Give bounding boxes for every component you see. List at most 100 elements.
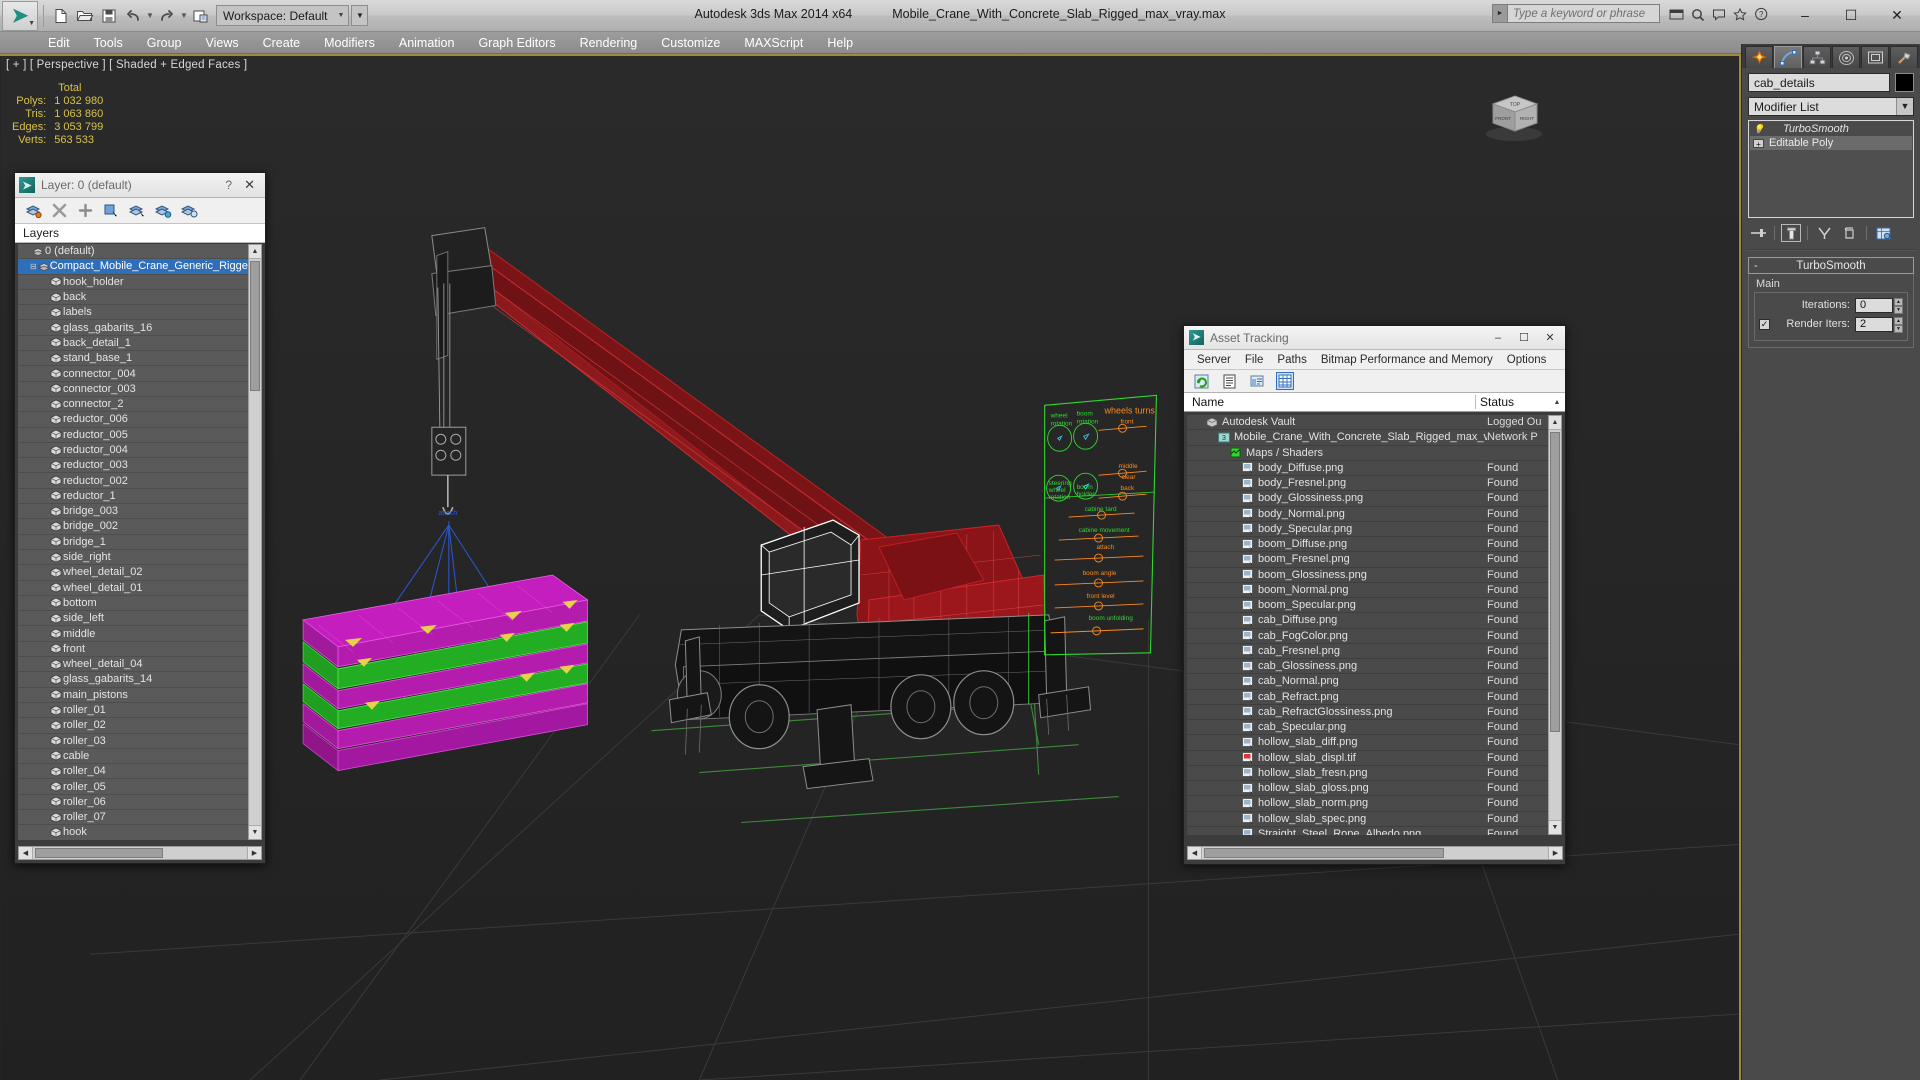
remove-modifier-icon[interactable] [1840, 224, 1860, 242]
asset-row[interactable]: cab_FogColor.png Found [1187, 629, 1549, 644]
motion-tab[interactable] [1832, 46, 1860, 68]
asset-menu-server[interactable]: Server [1190, 350, 1238, 370]
layer-vertical-scrollbar[interactable]: ▲ ▼ [248, 244, 262, 840]
list-view-icon[interactable] [1220, 372, 1238, 390]
menu-item-help[interactable]: Help [815, 32, 865, 54]
layer-row[interactable]: reductor_006 [18, 412, 248, 428]
layer-row[interactable]: hook [18, 825, 248, 840]
asset-row[interactable]: body_Diffuse.png Found [1187, 461, 1549, 476]
layer-row[interactable]: bridge_1 [18, 535, 248, 550]
menu-item-maxscript[interactable]: MAXScript [732, 32, 815, 54]
help-icon[interactable]: ? [1752, 5, 1770, 23]
viewport-label[interactable]: [ + ] [ Perspective ] [ Shaded + Edged F… [6, 59, 247, 71]
asset-row[interactable]: Maps / Shaders [1187, 446, 1549, 461]
asset-row[interactable]: cab_Normal.png Found [1187, 674, 1549, 690]
open-file-button[interactable] [73, 4, 97, 28]
minimize-button[interactable]: – [1485, 327, 1511, 349]
asset-row[interactable]: hollow_slab_fresn.png Found [1187, 766, 1549, 781]
layer-list[interactable]: 0 (default) ⊟ Compact_Mobile_Crane_Generic… [18, 244, 248, 840]
layer-horizontal-scrollbar[interactable]: ◀ ▶ [18, 846, 262, 860]
asset-menu-paths[interactable]: Paths [1270, 350, 1313, 370]
highlight-selected-objects-icon[interactable] [155, 202, 172, 219]
select-objects-in-layer-icon[interactable] [103, 202, 120, 219]
layer-row[interactable]: glass_gabarits_16 [18, 320, 248, 336]
layer-row[interactable]: hook_holder [18, 275, 248, 290]
layer-row[interactable]: labels [18, 305, 248, 321]
asset-horizontal-scrollbar[interactable]: ◀ ▶ [1187, 846, 1563, 860]
asset-row[interactable]: cab_Diffuse.png Found [1187, 613, 1549, 629]
asset-row[interactable]: cab_Specular.png Found [1187, 720, 1549, 736]
layer-dialog[interactable]: ➤ Layer: 0 (default) ? ✕ Layers 0 (defau… [14, 172, 266, 864]
layer-row[interactable]: ⊟ Compact_Mobile_Crane_Generic_Rigged [18, 259, 248, 275]
display-tab[interactable] [1861, 46, 1889, 68]
asset-tracking-dialog[interactable]: ➤ Asset Tracking – ☐ ✕ Server File Paths Bi… [1183, 325, 1566, 865]
layer-row[interactable]: reductor_004 [18, 443, 248, 459]
asset-row[interactable]: hollow_slab_gloss.png Found [1187, 781, 1549, 797]
asset-row[interactable]: body_Specular.png Found [1187, 522, 1549, 537]
new-layer-icon[interactable] [25, 202, 42, 219]
modifier-stack-entry-turbosmooth[interactable]: 💡 TurboSmooth [1750, 122, 1912, 136]
modifier-stack-entry-editablepoly[interactable]: + Editable Poly [1750, 136, 1912, 150]
layer-row[interactable]: bottom [18, 596, 248, 612]
modify-tab[interactable] [1774, 46, 1802, 68]
layer-row[interactable]: cable [18, 749, 248, 765]
menu-item-edit[interactable]: Edit [36, 32, 82, 54]
configure-modifier-sets-icon[interactable] [1873, 224, 1893, 242]
asset-menu-file[interactable]: File [1238, 350, 1271, 370]
select-highlighted-objects-icon[interactable] [129, 202, 146, 219]
scroll-up-icon[interactable]: ▲ [249, 245, 261, 259]
layer-row[interactable]: connector_003 [18, 382, 248, 397]
layer-row[interactable]: reductor_002 [18, 473, 248, 489]
layer-row[interactable]: 0 (default) [18, 244, 248, 260]
asset-row[interactable]: body_Normal.png Found [1187, 507, 1549, 522]
workspace-selector[interactable]: Workspace: Default ▼ [216, 5, 350, 26]
layer-row[interactable]: roller_01 [18, 703, 248, 719]
create-tab[interactable] [1745, 46, 1773, 68]
refresh-icon[interactable] [1192, 372, 1210, 390]
asset-row[interactable]: Autodesk Vault Logged Ou [1187, 415, 1549, 431]
asset-row[interactable]: cab_Glossiness.png Found [1187, 659, 1549, 675]
path-editor-icon[interactable] [1248, 372, 1266, 390]
search-input[interactable]: Type a keyword or phrase [1508, 4, 1660, 23]
signin-icon[interactable] [1668, 5, 1686, 23]
minimize-button[interactable]: – [1782, 0, 1828, 30]
undo-button[interactable] [121, 4, 145, 28]
layer-row[interactable]: roller_03 [18, 734, 248, 749]
save-file-button[interactable] [97, 4, 121, 28]
asset-menu-options[interactable]: Options [1500, 350, 1554, 370]
close-button[interactable]: ✕ [1537, 327, 1563, 349]
asset-row[interactable]: boom_Specular.png Found [1187, 598, 1549, 614]
asset-row[interactable]: cab_RefractGlossiness.png Found [1187, 705, 1549, 720]
asset-vertical-scrollbar[interactable]: ▲ ▼ [1548, 415, 1562, 835]
asset-row[interactable]: boom_Fresnel.png Found [1187, 552, 1549, 568]
layer-row[interactable]: roller_02 [18, 718, 248, 734]
show-end-result-icon[interactable] [1781, 224, 1801, 242]
hscroll-thumb[interactable] [1204, 848, 1444, 858]
asset-row[interactable]: boom_Glossiness.png Found [1187, 568, 1549, 583]
scroll-thumb[interactable] [1550, 432, 1560, 732]
search-box[interactable]: ► Type a keyword or phrase [1492, 4, 1660, 23]
menu-item-graph-editors[interactable]: Graph Editors [466, 32, 567, 54]
layer-row[interactable]: connector_004 [18, 366, 248, 382]
menu-item-create[interactable]: Create [251, 32, 313, 54]
sort-arrow-icon[interactable]: ▲ [1549, 399, 1565, 406]
modifier-stack[interactable]: 💡 TurboSmooth + Editable Poly [1748, 120, 1914, 218]
layer-row[interactable]: reductor_003 [18, 458, 248, 474]
asset-list[interactable]: Autodesk Vault Logged Ou 3 Mobile_Crane_Wit… [1187, 415, 1549, 835]
lightbulb-icon[interactable]: 💡 [1753, 124, 1765, 135]
layer-row[interactable]: back_detail_1 [18, 336, 248, 352]
asset-row[interactable]: boom_Normal.png Found [1187, 583, 1549, 598]
redo-dropdown-button[interactable]: ▼ [179, 11, 189, 20]
help-icon[interactable]: ? [219, 178, 238, 192]
add-layer-icon[interactable] [77, 202, 94, 219]
scroll-right-icon[interactable]: ▶ [1548, 847, 1562, 859]
layer-row[interactable]: middle [18, 626, 248, 642]
iterations-spinner[interactable]: 0 [1855, 297, 1893, 313]
menu-item-group[interactable]: Group [135, 32, 194, 54]
asset-row[interactable]: body_Glossiness.png Found [1187, 491, 1549, 507]
asset-row[interactable]: body_Fresnel.png Found [1187, 476, 1549, 492]
favorites-icon[interactable] [1731, 5, 1749, 23]
menu-item-modifiers[interactable]: Modifiers [312, 32, 387, 54]
delete-layer-icon[interactable] [51, 202, 68, 219]
object-color-swatch[interactable] [1895, 73, 1914, 92]
